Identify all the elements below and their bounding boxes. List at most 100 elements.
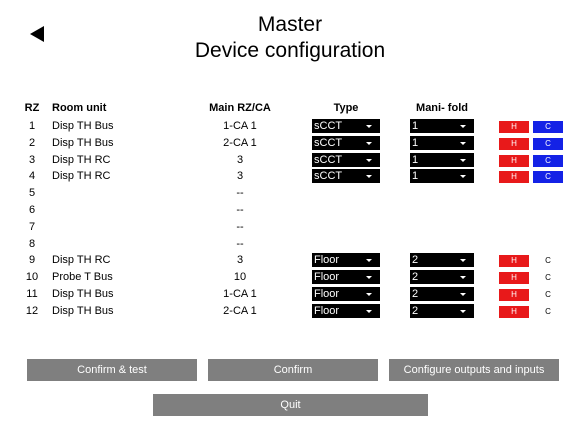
confirm-test-button[interactable]: Confirm & test [27, 359, 197, 381]
rz-number: 3 [28, 154, 36, 166]
type-select[interactable]: Floor [312, 287, 380, 301]
manifold-select-value: 1 [412, 154, 419, 166]
heat-toggle[interactable]: H [499, 121, 529, 133]
rz-number: 4 [28, 170, 36, 182]
manifold-select-value: 1 [412, 137, 419, 149]
heat-toggle[interactable]: H [499, 138, 529, 150]
type-select-value: Floor [314, 271, 340, 283]
rz-number: 6 [28, 204, 36, 216]
table-row: 10 Probe T Bus 10 Floor 2 H C [0, 269, 576, 285]
rz-number: 9 [28, 254, 36, 266]
rz-number: 1 [28, 120, 36, 132]
cool-toggle[interactable]: C [533, 255, 563, 267]
manifold-select[interactable]: 2 [410, 253, 474, 267]
type-select[interactable]: sCCT [312, 153, 380, 167]
room-unit-label: Disp TH Bus [52, 137, 114, 149]
type-select-value: Floor [314, 288, 340, 300]
main-rz-ca-value: 3 [236, 154, 244, 166]
caret-down-icon [460, 175, 466, 178]
main-rz-ca-value: 2-CA 1 [223, 305, 257, 317]
heat-toggle[interactable]: H [499, 171, 529, 183]
room-unit-label: Disp TH Bus [52, 305, 114, 317]
main-rz-ca-value: 2-CA 1 [223, 137, 257, 149]
cool-toggle[interactable]: C [533, 171, 563, 183]
table-row: 8 -- [0, 236, 576, 252]
confirm-button[interactable]: Confirm [208, 359, 378, 381]
table-row: 6 -- [0, 202, 576, 218]
header-room-unit: Room unit [52, 102, 107, 114]
main-rz-ca-value: -- [236, 187, 244, 199]
manifold-select[interactable]: 1 [410, 136, 474, 150]
rz-number: 10 [25, 271, 39, 283]
caret-down-icon [460, 276, 466, 279]
manifold-select-value: 1 [412, 120, 419, 132]
table-row: 3 Disp TH RC 3 sCCT 1 H C [0, 152, 576, 168]
cool-toggle[interactable]: C [533, 155, 563, 167]
type-select-value: sCCT [314, 154, 343, 166]
type-select[interactable]: sCCT [312, 136, 380, 150]
type-select-value: Floor [314, 254, 340, 266]
rz-number: 7 [28, 221, 36, 233]
manifold-select-value: 2 [412, 305, 419, 317]
cool-toggle[interactable]: C [533, 289, 563, 301]
cool-toggle[interactable]: C [533, 306, 563, 318]
caret-down-icon [366, 125, 372, 128]
device-configuration-screen: Master Device configuration RZ Room unit… [0, 0, 576, 437]
manifold-select[interactable]: 1 [410, 169, 474, 183]
caret-down-icon [366, 142, 372, 145]
table-row: 7 -- [0, 219, 576, 235]
main-rz-ca-value: 1-CA 1 [223, 120, 257, 132]
main-rz-ca-value: -- [236, 238, 244, 250]
header-rz: RZ [24, 102, 40, 114]
table-row: 2 Disp TH Bus 2-CA 1 sCCT 1 H C [0, 135, 576, 151]
cool-toggle[interactable]: C [533, 121, 563, 133]
type-select[interactable]: Floor [312, 253, 380, 267]
header-type: Type [333, 102, 359, 114]
caret-down-icon [366, 159, 372, 162]
main-rz-ca-value: -- [236, 221, 244, 233]
rz-number: 11 [26, 288, 38, 300]
manifold-select[interactable]: 2 [410, 270, 474, 284]
heat-toggle[interactable]: H [499, 255, 529, 267]
room-unit-label: Disp TH RC [52, 170, 111, 182]
caret-down-icon [460, 125, 466, 128]
type-select[interactable]: Floor [312, 304, 380, 318]
title-line-device-configuration: Device configuration [194, 39, 386, 62]
manifold-select[interactable]: 1 [410, 153, 474, 167]
room-unit-label: Disp TH Bus [52, 288, 114, 300]
manifold-select[interactable]: 1 [410, 119, 474, 133]
title-line-master: Master [257, 13, 323, 36]
table-row: 5 -- [0, 185, 576, 201]
manifold-select[interactable]: 2 [410, 287, 474, 301]
type-select-value: Floor [314, 305, 340, 317]
heat-toggle[interactable]: H [499, 306, 529, 318]
heat-toggle[interactable]: H [499, 289, 529, 301]
caret-down-icon [366, 310, 372, 313]
rz-number: 12 [25, 305, 39, 317]
main-rz-ca-value: 1-CA 1 [223, 288, 257, 300]
type-select[interactable]: sCCT [312, 119, 380, 133]
table-row: 1 Disp TH Bus 1-CA 1 sCCT 1 H C [0, 118, 576, 134]
type-select[interactable]: sCCT [312, 169, 380, 183]
manifold-select-value: 1 [412, 170, 419, 182]
page-title: Master Device configuration [0, 12, 576, 64]
heat-toggle[interactable]: H [499, 155, 529, 167]
main-rz-ca-value: 10 [233, 271, 247, 283]
cool-toggle[interactable]: C [533, 272, 563, 284]
main-rz-ca-value: 3 [236, 254, 244, 266]
configure-outputs-inputs-button[interactable]: Configure outputs and inputs [389, 359, 559, 381]
rz-number: 8 [28, 238, 36, 250]
main-rz-ca-value: 3 [236, 170, 244, 182]
caret-down-icon [366, 259, 372, 262]
caret-down-icon [460, 310, 466, 313]
rz-number: 2 [28, 137, 36, 149]
table-row: 12 Disp TH Bus 2-CA 1 Floor 2 H C [0, 303, 576, 319]
heat-toggle[interactable]: H [499, 272, 529, 284]
quit-button[interactable]: Quit [153, 394, 428, 416]
manifold-select[interactable]: 2 [410, 304, 474, 318]
cool-toggle[interactable]: C [533, 138, 563, 150]
room-unit-label: Disp TH Bus [52, 120, 114, 132]
header-main-rz-ca: Main RZ/CA [209, 102, 271, 114]
main-rz-ca-value: -- [236, 204, 244, 216]
type-select[interactable]: Floor [312, 270, 380, 284]
